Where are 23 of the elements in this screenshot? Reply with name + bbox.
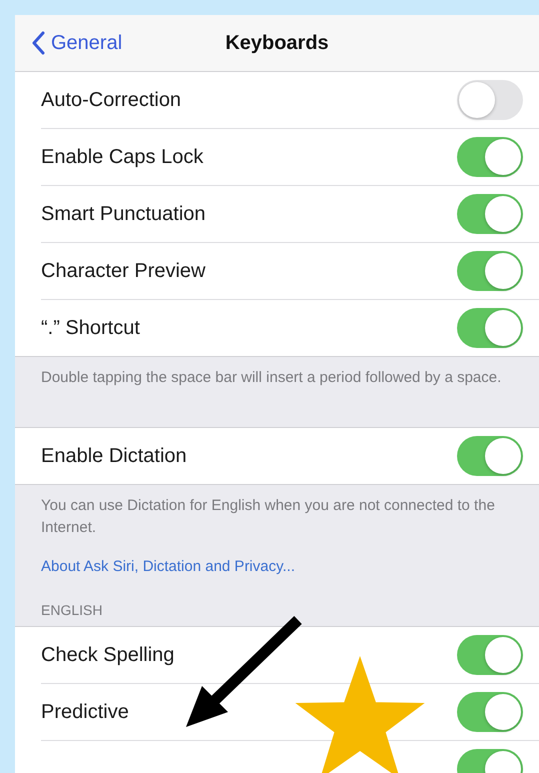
toggle-switch[interactable] (457, 692, 523, 732)
toggle-switch[interactable] (457, 436, 523, 476)
setting-label: Smart Punctuation (41, 202, 206, 226)
setting-label: Check Spelling (41, 644, 174, 666)
setting-label: Auto-Correction (41, 88, 182, 112)
footer-note: Double tapping the space bar will insert a period followed by a space. (40, 368, 502, 388)
privacy-link[interactable]: About Ask Siri, Dictation and Privacy... (41, 558, 295, 575)
toggle-switch[interactable] (457, 251, 523, 291)
setting-label: Enable Caps Lock (41, 146, 204, 168)
setting-label: Predictive (41, 700, 129, 724)
toggle-switch[interactable] (457, 635, 523, 675)
toggle-switch[interactable] (457, 137, 523, 177)
footer-note: You can use Dictation for English when you are not connected to the Internet. (40, 496, 496, 538)
setting-label: “.” Shortcut (41, 316, 140, 340)
chevron-left-icon (31, 31, 45, 55)
toggle-switch[interactable] (457, 194, 523, 234)
toggle-switch[interactable] (457, 308, 523, 348)
section-header: ENGLISH (40, 601, 104, 620)
back-button[interactable]: General (31, 31, 122, 55)
setting-label: Character Preview (41, 260, 206, 282)
toggle-switch[interactable] (457, 80, 523, 120)
screen-title: Keyboards (225, 32, 329, 54)
setting-label: Enable Dictation (41, 444, 187, 468)
